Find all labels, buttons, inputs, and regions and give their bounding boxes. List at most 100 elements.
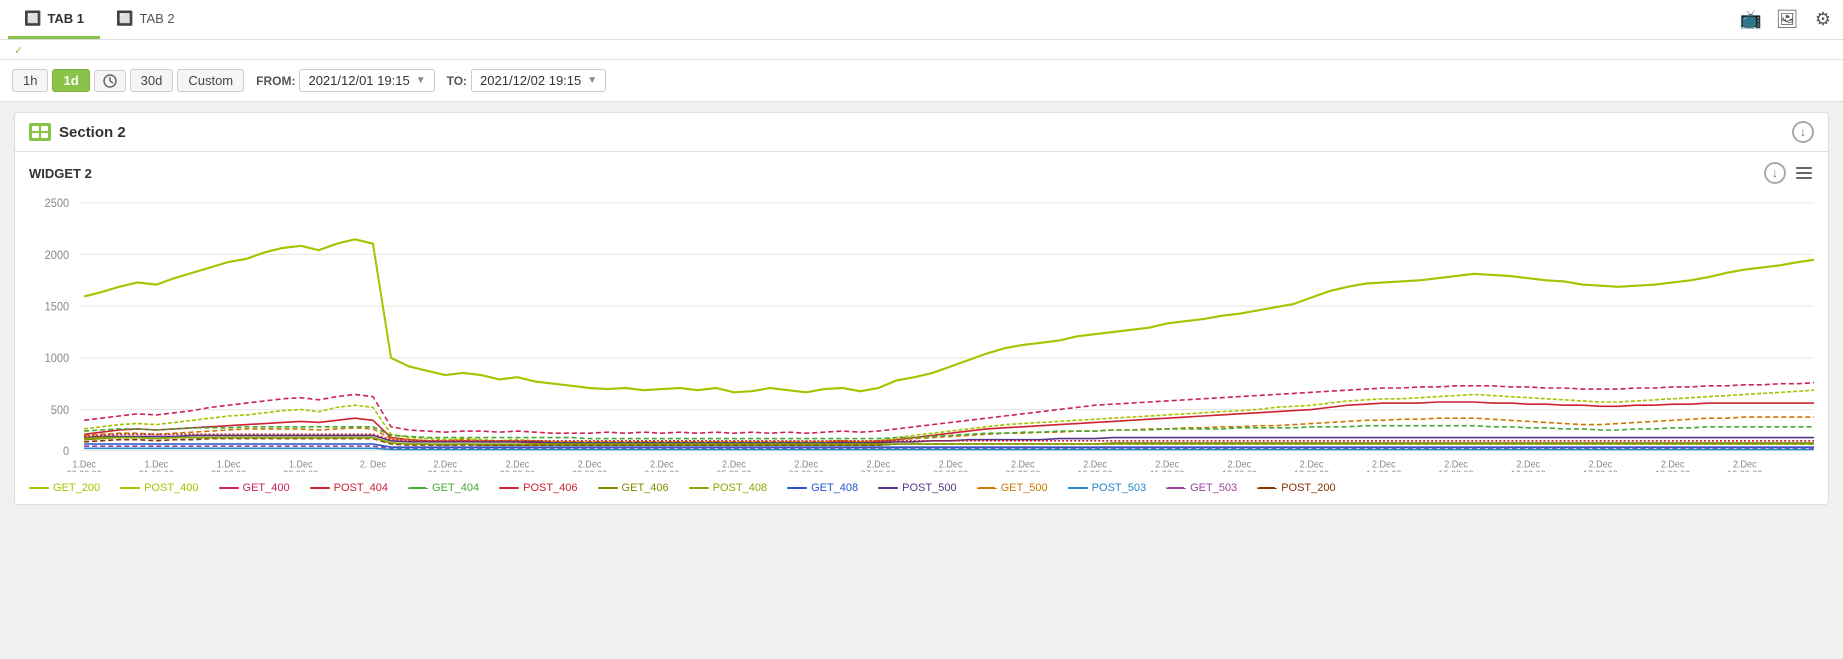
tab1-check: ✓ [14,45,23,57]
svg-text:500: 500 [51,405,69,417]
legend-line-get503 [1166,487,1186,489]
time-btn-1d[interactable]: 1d [52,69,89,92]
svg-text:14:00:00: 14:00:00 [1366,469,1401,472]
tab-tab2[interactable]: 🔲 TAB 2 [100,0,191,39]
widget-download-button[interactable]: ↓ [1764,162,1786,184]
legend-item-get503: GET_503 [1166,482,1237,494]
svg-text:07:00:00: 07:00:00 [861,469,896,472]
time-btn-1h[interactable]: 1h [12,69,48,92]
widget-container: WIDGET 2 ↓ 2500 2000 1500 [14,152,1829,505]
svg-text:06:00:00: 06:00:00 [789,469,824,472]
legend-label-get200: GET_200 [53,482,100,494]
chart-legend: GET_200 POST_400 GET_400 POST_404 GET_40… [29,478,1814,494]
section-grid-icon [32,126,48,138]
legend-line-post408 [689,487,709,489]
legend-item-post400: POST_400 [120,482,198,494]
widget-menu-button[interactable] [1794,165,1814,181]
legend-label-get404: GET_404 [432,482,479,494]
cursor-icon [103,74,117,88]
svg-text:19:00:00: 19:00:00 [1727,469,1762,472]
legend-item-get200: GET_200 [29,482,100,494]
legend-label-get408: GET_408 [811,482,858,494]
svg-text:04:00:00: 04:00:00 [644,469,679,472]
from-dropdown-arrow: ▼ [416,75,426,86]
legend-label-post200: POST_200 [1281,482,1335,494]
legend-line-post400 [120,487,140,489]
tab-tab1[interactable]: 🔲 TAB 1 [8,0,100,39]
legend-item-get500: GET_500 [977,482,1048,494]
chart-svg: 2500 2000 1500 1000 500 0 1.Dec 20:00:00… [29,192,1814,472]
svg-text:11:00:00: 11:00:00 [1150,469,1184,472]
svg-text:22:00:00: 22:00:00 [211,469,246,472]
tab1-label: TAB 1 [47,11,84,26]
legend-line-get500 [977,487,997,489]
legend-label-get503: GET_503 [1190,482,1237,494]
svg-text:12:00:00: 12:00:00 [1222,469,1257,472]
section-title-text: Section 2 [59,124,126,141]
svg-text:01:00:00: 01:00:00 [428,469,463,472]
legend-item-post408: POST_408 [689,482,767,494]
svg-text:02:00:00: 02:00:00 [500,469,535,472]
legend-item-get404: GET_404 [408,482,479,494]
svg-text:1500: 1500 [45,301,70,313]
legend-line-get404 [408,487,428,489]
time-btn-30d[interactable]: 30d [130,69,174,92]
widget-title: WIDGET 2 [29,166,92,181]
svg-text:0: 0 [63,445,69,457]
main-content: Section 2 ↓ WIDGET 2 ↓ [0,102,1843,659]
from-date-value: 2021/12/01 19:15 [308,73,409,88]
legend-line-get400 [219,487,239,489]
svg-text:17:00:00: 17:00:00 [1583,469,1618,472]
legend-label-post404: POST_404 [334,482,388,494]
legend-item-get400: GET_400 [219,482,290,494]
legend-line-post406 [499,487,519,489]
legend-line-get406 [598,487,618,489]
legend-line-post500 [878,487,898,489]
settings-icon[interactable]: ⚙ [1811,8,1835,32]
legend-line-post404 [310,487,330,489]
legend-item-post500: POST_500 [878,482,956,494]
svg-text:09:00:00: 09:00:00 [1005,469,1040,472]
legend-label-post503: POST_503 [1092,482,1146,494]
to-date-dropdown[interactable]: 2021/12/02 19:15 ▼ [471,69,606,92]
legend-line-post503 [1068,487,1088,489]
legend-label-post500: POST_500 [902,482,956,494]
widget-header: WIDGET 2 ↓ [29,162,1814,184]
svg-text:15:00:00: 15:00:00 [1438,469,1473,472]
tv-icon[interactable]: 📺 [1739,8,1763,32]
svg-text:16:00:00: 16:00:00 [1511,469,1546,472]
legend-label-post400: POST_400 [144,482,198,494]
svg-text:13:00:00: 13:00:00 [1294,469,1329,472]
legend-label-get500: GET_500 [1001,482,1048,494]
widget-actions: ↓ [1764,162,1814,184]
section-header: Section 2 ↓ [14,112,1829,152]
legend-item-post406: POST_406 [499,482,577,494]
svg-text:23:00:00: 23:00:00 [283,469,318,472]
from-date-dropdown[interactable]: 2021/12/01 19:15 ▼ [299,69,434,92]
tab2-label: TAB 2 [139,11,174,26]
legend-item-post404: POST_404 [310,482,388,494]
time-btn-custom[interactable]: Custom [177,69,244,92]
legend-label-post408: POST_408 [713,482,767,494]
from-label: FROM: [256,74,295,88]
section-icon [29,123,51,141]
section-download-button[interactable]: ↓ [1792,121,1814,143]
section-title-container: Section 2 [29,123,126,141]
svg-text:08:00:00: 08:00:00 [933,469,968,472]
svg-text:21:00:00: 21:00:00 [139,469,174,472]
to-date-value: 2021/12/02 19:15 [480,73,581,88]
svg-text:2. Dec: 2. Dec [360,459,386,469]
legend-item-get408: GET_408 [787,482,858,494]
to-label: TO: [447,74,467,88]
legend-line-get200 [29,487,49,489]
tab2-icon: 🔲 [116,10,133,27]
time-range-bar: 1h 1d 30d Custom FROM: 2021/12/01 19:15 … [0,60,1843,102]
legend-label-get406: GET_406 [622,482,669,494]
time-btn-cursor[interactable] [94,70,126,92]
legend-label-post406: POST_406 [523,482,577,494]
svg-text:05:00:00: 05:00:00 [716,469,751,472]
image-icon[interactable]: 🖼 [1775,8,1799,32]
legend-label-get400: GET_400 [243,482,290,494]
svg-text:2500: 2500 [45,198,70,210]
top-bar-actions: 📺 🖼 ⚙ [1739,8,1835,32]
